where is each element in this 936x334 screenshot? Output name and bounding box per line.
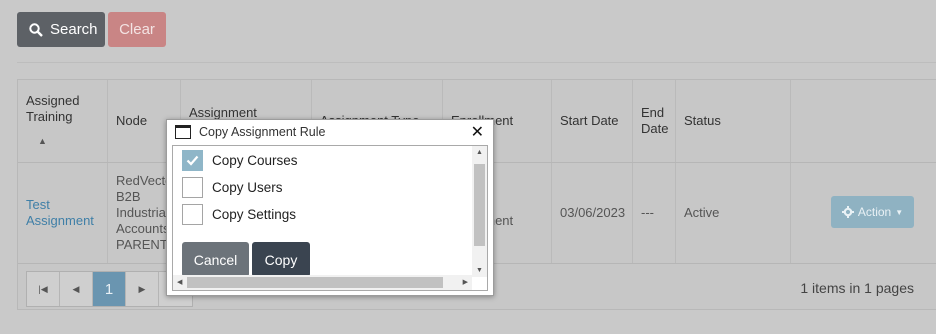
header-label: End Date bbox=[641, 105, 669, 136]
copy-settings-checkbox[interactable] bbox=[182, 204, 203, 225]
header-assigned-training[interactable]: Assigned Training ▲ bbox=[18, 80, 108, 162]
page-number: 1 bbox=[104, 280, 114, 298]
first-page-icon: |◀ bbox=[38, 283, 48, 294]
sort-ascending-icon: ▲ bbox=[38, 136, 47, 146]
cancel-button-label: Cancel bbox=[193, 251, 238, 268]
horizontal-scroll-thumb[interactable] bbox=[187, 277, 443, 288]
next-page-icon: ▶ bbox=[138, 283, 146, 294]
toolbar-divider bbox=[17, 62, 936, 63]
cancel-button[interactable]: Cancel bbox=[182, 242, 249, 277]
page-1-button[interactable]: 1 bbox=[93, 272, 126, 306]
header-status[interactable]: Status bbox=[676, 80, 791, 162]
close-icon[interactable]: ✕ bbox=[471, 122, 484, 142]
training-link[interactable]: Test Assignment bbox=[26, 197, 102, 229]
end-date-cell: --- bbox=[633, 163, 676, 263]
prev-page-icon: ◀ bbox=[72, 283, 80, 294]
first-page-button[interactable]: |◀ bbox=[27, 272, 60, 306]
copy-settings-label: Copy Settings bbox=[212, 207, 297, 222]
gear-icon bbox=[841, 206, 854, 218]
copy-settings-option[interactable]: Copy Settings bbox=[182, 204, 296, 225]
checkmark-icon bbox=[186, 155, 199, 166]
header-label: Node bbox=[116, 113, 148, 128]
clear-button-label: Clear bbox=[119, 21, 155, 38]
status-cell: Active bbox=[676, 163, 791, 263]
header-label: Status bbox=[684, 113, 721, 128]
scroll-left-icon[interactable]: ◀ bbox=[177, 278, 182, 286]
window-icon bbox=[175, 125, 191, 139]
status-value: Active bbox=[684, 205, 720, 220]
copy-button[interactable]: Copy bbox=[252, 242, 310, 277]
scroll-right-icon[interactable]: ▶ bbox=[463, 278, 468, 286]
caret-down-icon: ▼ bbox=[895, 207, 904, 217]
search-icon bbox=[29, 22, 43, 37]
search-button-label: Search bbox=[50, 21, 98, 38]
start-date-cell: 03/06/2023 bbox=[552, 163, 633, 263]
pager-info: 1 items in 1 pages bbox=[800, 280, 914, 296]
header-start-date[interactable]: Start Date bbox=[552, 80, 633, 162]
dialog-title: Copy Assignment Rule bbox=[199, 125, 326, 139]
scroll-up-icon[interactable]: ▲ bbox=[476, 149, 483, 156]
start-date-value: 03/06/2023 bbox=[560, 205, 626, 220]
dialog-titlebar[interactable]: Copy Assignment Rule bbox=[167, 120, 493, 144]
dialog-content: Copy Courses Copy Users Copy Settings Ca… bbox=[172, 145, 488, 291]
copy-assignment-dialog: Copy Assignment Rule ✕ Copy Courses Copy… bbox=[166, 119, 494, 296]
copy-button-label: Copy bbox=[264, 251, 298, 268]
prev-page-button[interactable]: ◀ bbox=[60, 272, 93, 306]
copy-courses-option[interactable]: Copy Courses bbox=[182, 150, 298, 171]
action-button[interactable]: Action ▼ bbox=[831, 196, 914, 228]
search-button[interactable]: Search bbox=[17, 12, 105, 47]
copy-courses-label: Copy Courses bbox=[212, 153, 298, 168]
vertical-scrollbar[interactable]: ▲ ▼ bbox=[472, 146, 487, 277]
header-end-date[interactable]: End Date bbox=[633, 80, 676, 162]
clear-button[interactable]: Clear bbox=[108, 12, 166, 47]
next-page-button[interactable]: ▶ bbox=[126, 272, 159, 306]
scroll-down-icon[interactable]: ▼ bbox=[476, 267, 483, 274]
header-label: Assigned Training bbox=[26, 93, 80, 124]
copy-users-checkbox[interactable] bbox=[182, 177, 203, 198]
action-button-label: Action bbox=[857, 205, 892, 219]
horizontal-scrollbar[interactable]: ◀ ▶ bbox=[173, 275, 472, 290]
header-label: Start Date bbox=[560, 113, 619, 128]
table-row: Test Assignment bbox=[18, 163, 108, 263]
copy-courses-checkbox[interactable] bbox=[182, 150, 203, 171]
copy-users-option[interactable]: Copy Users bbox=[182, 177, 283, 198]
vertical-scroll-thumb[interactable] bbox=[474, 164, 485, 246]
node-value: RedVector B2B Industrial Accounts PARENT bbox=[116, 173, 177, 252]
end-date-value: --- bbox=[641, 205, 654, 220]
copy-users-label: Copy Users bbox=[212, 180, 283, 195]
